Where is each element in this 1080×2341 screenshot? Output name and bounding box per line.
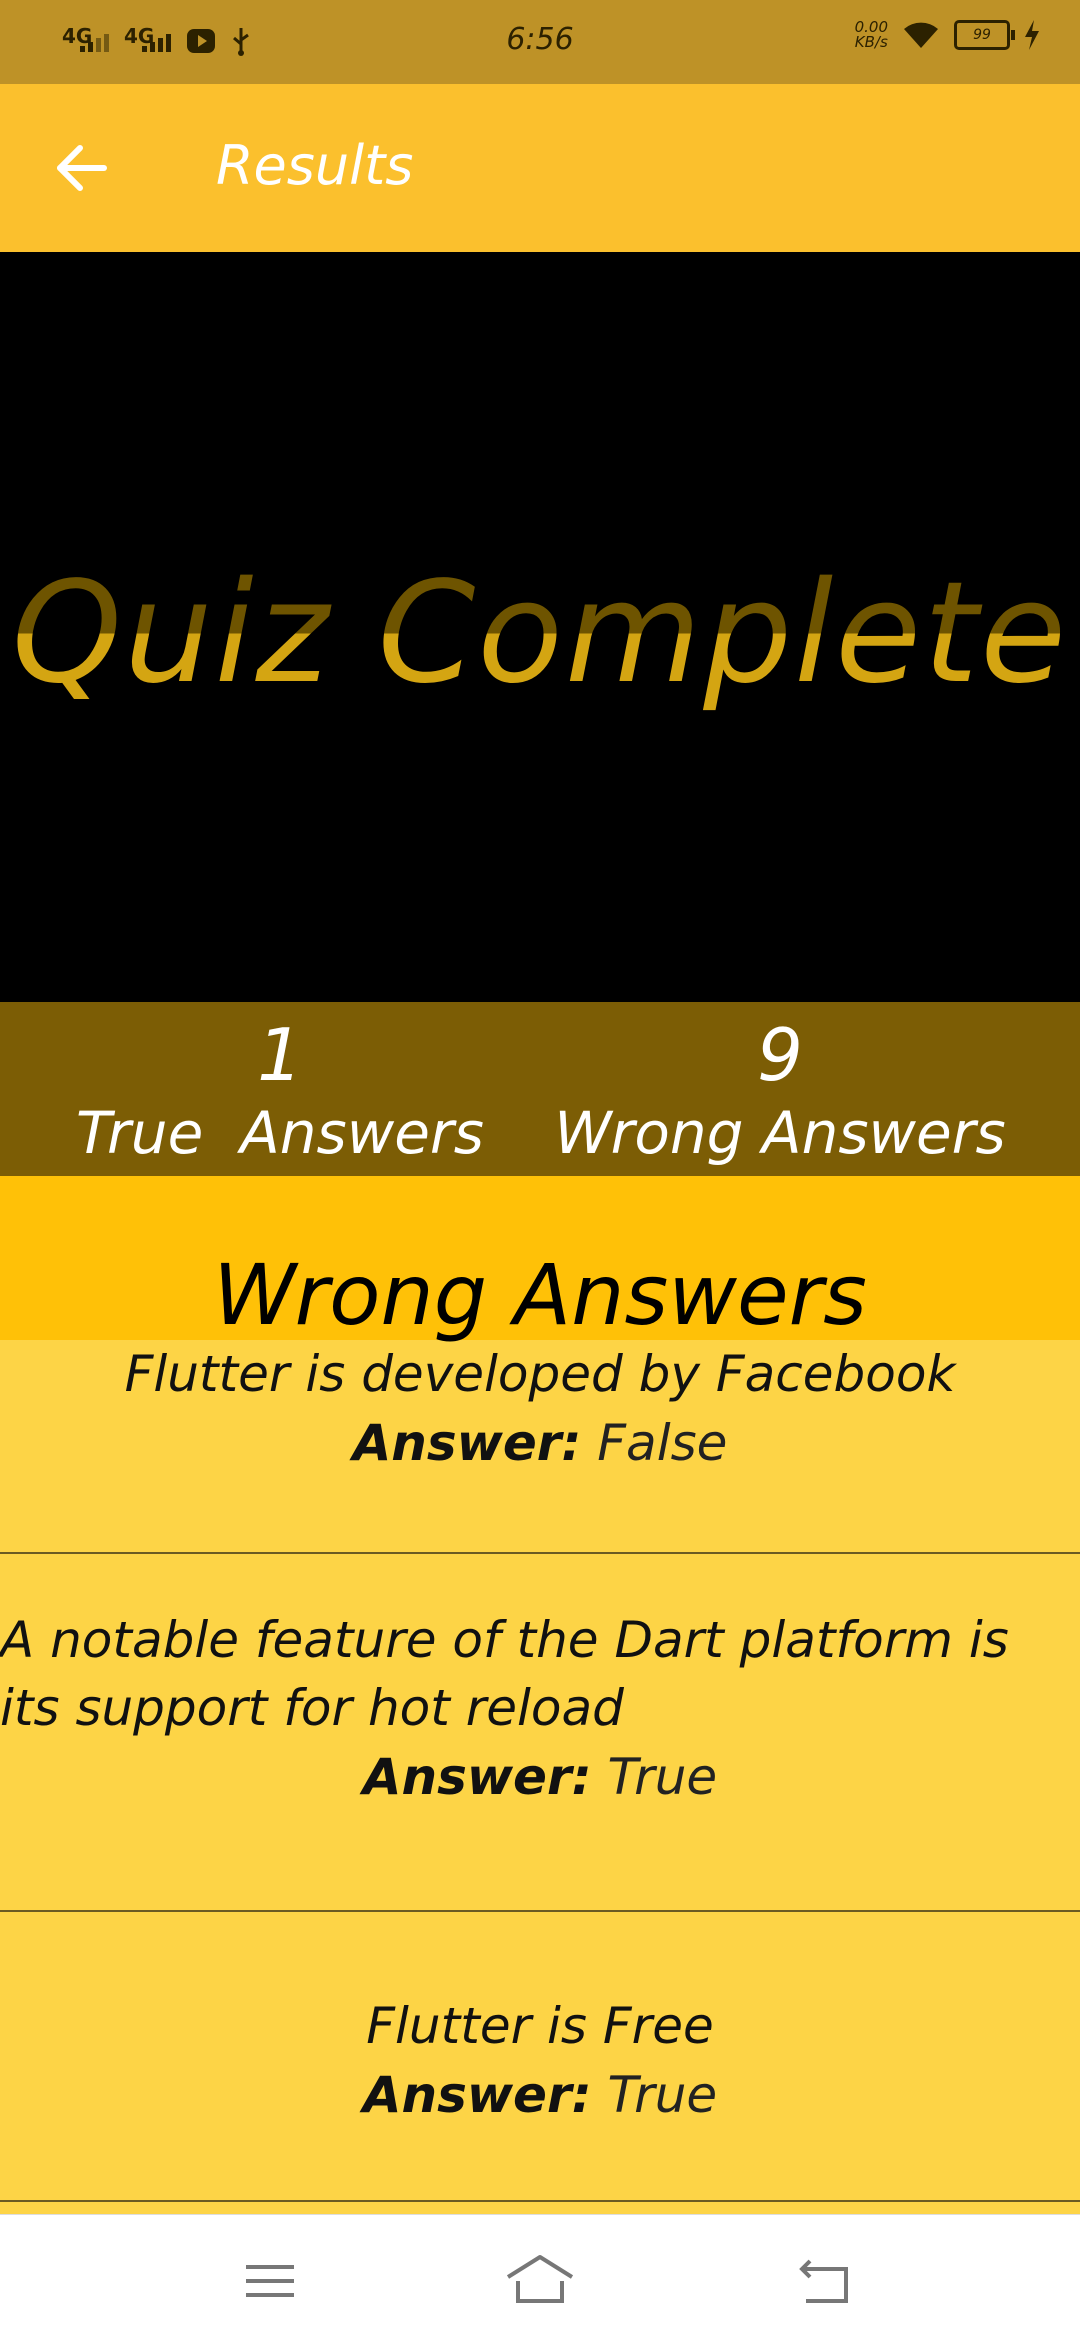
quiz-complete-title: Quiz Complete: [0, 552, 1080, 715]
wrong-answers-list: Flutter is developed by Facebook Answer:…: [0, 1340, 1080, 2202]
app-bar: Results: [0, 84, 1080, 252]
network-speed: 0.00 KB/s: [855, 20, 888, 50]
answer-label: Answer:: [362, 2066, 592, 2124]
list-item: Flutter is developed by Facebook Answer:…: [0, 1340, 1080, 1554]
battery-level: 99: [973, 27, 991, 43]
menu-icon[interactable]: [240, 2251, 300, 2311]
status-bar: 4G 4G 6:56 0.00 KB/s 99: [0, 0, 1080, 84]
quiz-complete-banner: Quiz Complete: [0, 252, 1080, 1002]
home-icon[interactable]: [504, 2251, 576, 2311]
true-answers-label: True Answers: [76, 1099, 484, 1167]
list-item: A notable feature of the Dart platform i…: [0, 1554, 1080, 1912]
answer-line: Answer: True: [0, 1742, 1080, 1812]
answer-value: True: [607, 2066, 718, 2124]
answer-label: Answer:: [362, 1748, 592, 1806]
status-right: 0.00 KB/s 99: [855, 20, 1040, 50]
network-speed-unit: KB/s: [854, 33, 888, 51]
page-title: Results: [216, 134, 414, 197]
wifi-icon: [904, 22, 938, 48]
wrong-answers-score: 9 Wrong Answers: [540, 1010, 1020, 1166]
question-text: A notable feature of the Dart platform i…: [0, 1611, 1009, 1737]
list-item: Flutter is Free Answer: True: [0, 1912, 1080, 2202]
wrong-answers-count: 9: [757, 1013, 803, 1097]
answer-value: True: [607, 1748, 718, 1806]
score-summary: 1 True Answers 9 Wrong Answers: [0, 1002, 1080, 1176]
answer-value: False: [597, 1414, 728, 1472]
battery-icon: 99: [954, 20, 1015, 50]
answer-line: Answer: False: [0, 1408, 1080, 1478]
charging-icon: [1025, 20, 1039, 50]
answer-label: Answer:: [352, 1414, 582, 1472]
true-answers-count: 1: [257, 1013, 303, 1097]
wrong-answers-title: Wrong Answers: [213, 1246, 867, 1344]
system-navigation-bar: [0, 2214, 1080, 2341]
wrong-answers-header: Wrong Answers: [0, 1176, 1080, 1344]
answer-line: Answer: True: [0, 2060, 1080, 2130]
back-nav-icon[interactable]: [796, 2251, 856, 2311]
arrow-left-icon[interactable]: [52, 138, 112, 198]
question-text: Flutter is Free: [366, 1997, 714, 2055]
true-answers-score: 1 True Answers: [40, 1010, 520, 1166]
wrong-answers-label: Wrong Answers: [554, 1099, 1006, 1167]
question-text: Flutter is developed by Facebook: [124, 1345, 956, 1403]
